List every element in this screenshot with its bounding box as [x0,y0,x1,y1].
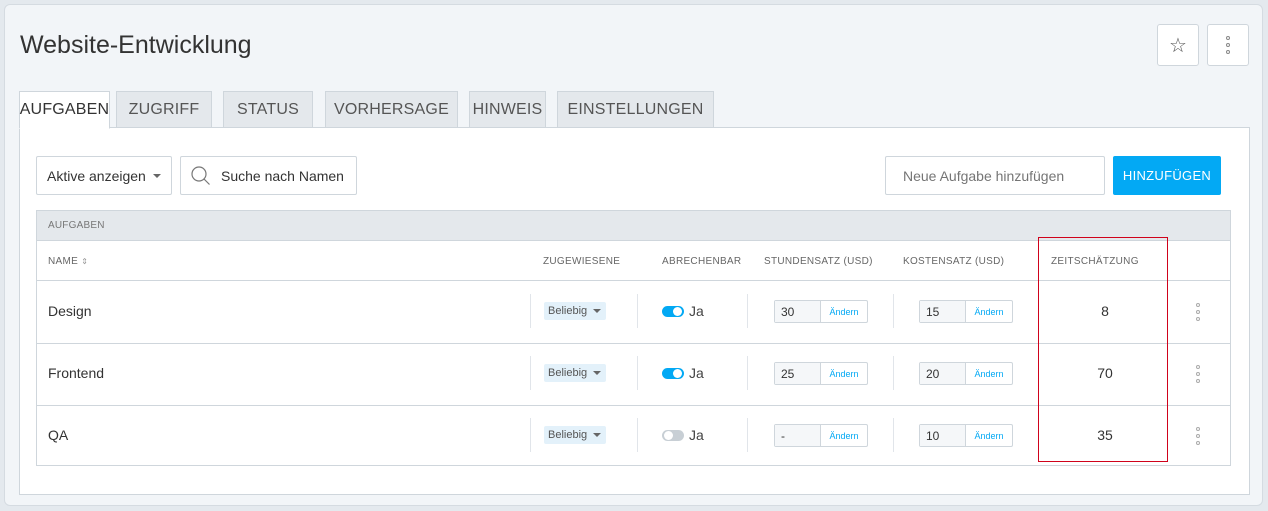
row-more-button[interactable] [1193,300,1203,324]
search-icon [191,165,210,185]
hourly-rate-value[interactable]: - [775,425,821,446]
task-name: Design [48,303,92,319]
task-name: Frontend [48,365,105,381]
chevron-down-icon [152,173,161,178]
favorite-button[interactable]: ☆ [1157,24,1199,66]
billable-label: Ja [689,303,704,319]
column-cost-rate: KOSTENSATZ (USD) [903,256,1005,267]
tasks-table: AUFGABEN NAME ⇕ ZUGEWIESENE ABRECHENBAR … [36,210,1231,466]
more-vertical-icon [1196,427,1200,445]
chevron-down-icon [593,309,602,313]
divider [530,356,531,390]
more-options-button[interactable] [1207,24,1249,66]
column-estimate: ZEITSCHÄTZUNG [1051,256,1139,267]
assigned-label: Beliebig [548,305,588,317]
cost-rate-field: 10 Ändern [919,424,1013,447]
tab-aufgaben[interactable]: AUFGABEN [19,91,110,129]
table-group-header: AUFGABEN [37,211,1230,241]
column-assigned: ZUGEWIESENE [543,256,621,267]
divider [747,294,748,328]
billable-label: Ja [689,427,704,443]
project-card: Website-Entwicklung ☆ AUFGABEN ZUGRIFF S… [4,4,1263,506]
column-hourly-rate: STUNDENSATZ (USD) [764,256,873,267]
hourly-rate-field: 25 Ändern [774,362,868,385]
time-estimate[interactable]: 35 [1040,427,1170,443]
divider [747,418,748,452]
sort-icon: ⇕ [81,257,89,266]
billable-toggle[interactable] [662,306,684,317]
cost-rate-field: 15 Ändern [919,300,1013,323]
hourly-rate-value[interactable]: 30 [775,301,821,322]
hourly-rate-field: - Ändern [774,424,868,447]
chevron-down-icon [593,371,602,375]
hourly-rate-change-button[interactable]: Ändern [821,425,867,446]
tab-einstellungen[interactable]: EINSTELLUNGEN [557,91,714,128]
search-input[interactable]: Suche nach Namen [180,156,357,195]
add-task-button[interactable]: HINZUFÜGEN [1113,156,1221,195]
hourly-rate-field: 30 Ändern [774,300,868,323]
cost-rate-change-button[interactable]: Ändern [966,425,1012,446]
divider [530,418,531,452]
row-more-button[interactable] [1193,424,1203,448]
billable-toggle[interactable] [662,430,684,441]
filter-select[interactable]: Aktive anzeigen [36,156,172,195]
billable-toggle[interactable] [662,368,684,379]
more-vertical-icon [1196,365,1200,383]
billable-label: Ja [689,365,704,381]
divider [747,356,748,390]
tab-status[interactable]: STATUS [223,91,313,128]
column-name-label: NAME [48,256,79,267]
table-row: Design Beliebig Ja 30 Ändern 15 Ändern 8 [37,282,1230,344]
divider [530,294,531,328]
column-name[interactable]: NAME ⇕ [48,256,88,267]
divider [893,356,894,390]
hourly-rate-change-button[interactable]: Ändern [821,363,867,384]
time-estimate[interactable]: 70 [1040,365,1170,381]
time-estimate[interactable]: 8 [1040,303,1170,319]
assigned-label: Beliebig [548,429,588,441]
divider [637,294,638,328]
new-task-input[interactable] [885,156,1105,195]
divider [893,294,894,328]
cost-rate-change-button[interactable]: Ändern [966,301,1012,322]
divider [637,418,638,452]
table-column-header: NAME ⇕ ZUGEWIESENE ABRECHENBAR STUNDENSA… [37,241,1230,281]
hourly-rate-change-button[interactable]: Ändern [821,301,867,322]
cost-rate-field: 20 Ändern [919,362,1013,385]
page-title: Website-Entwicklung [20,31,252,59]
hourly-rate-value[interactable]: 25 [775,363,821,384]
task-name: QA [48,427,69,443]
cost-rate-value[interactable]: 10 [920,425,966,446]
chevron-down-icon [593,433,602,437]
cost-rate-change-button[interactable]: Ändern [966,363,1012,384]
column-billable: ABRECHENBAR [662,256,742,267]
cost-rate-value[interactable]: 15 [920,301,966,322]
tab-vorhersage[interactable]: VORHERSAGE [325,91,458,128]
search-label: Suche nach Namen [221,167,344,184]
assigned-select[interactable]: Beliebig [544,426,607,444]
tasks-panel: Aktive anzeigen Suche nach Namen HINZUFÜ… [19,127,1250,495]
assigned-select[interactable]: Beliebig [544,302,607,320]
assigned-label: Beliebig [548,367,588,379]
table-row: Frontend Beliebig Ja 25 Ändern 20 Ändern… [37,344,1230,406]
more-vertical-icon [1226,36,1230,54]
tab-hinweis[interactable]: HINWEIS [469,91,546,128]
divider [893,418,894,452]
tab-zugriff[interactable]: ZUGRIFF [116,91,212,128]
filter-label: Aktive anzeigen [47,167,146,184]
divider [637,356,638,390]
row-more-button[interactable] [1193,362,1203,386]
table-row: QA Beliebig Ja - Ändern 10 Ändern 35 [37,406,1230,468]
cost-rate-value[interactable]: 20 [920,363,966,384]
assigned-select[interactable]: Beliebig [544,364,607,382]
more-vertical-icon [1196,303,1200,321]
star-icon: ☆ [1169,34,1187,57]
